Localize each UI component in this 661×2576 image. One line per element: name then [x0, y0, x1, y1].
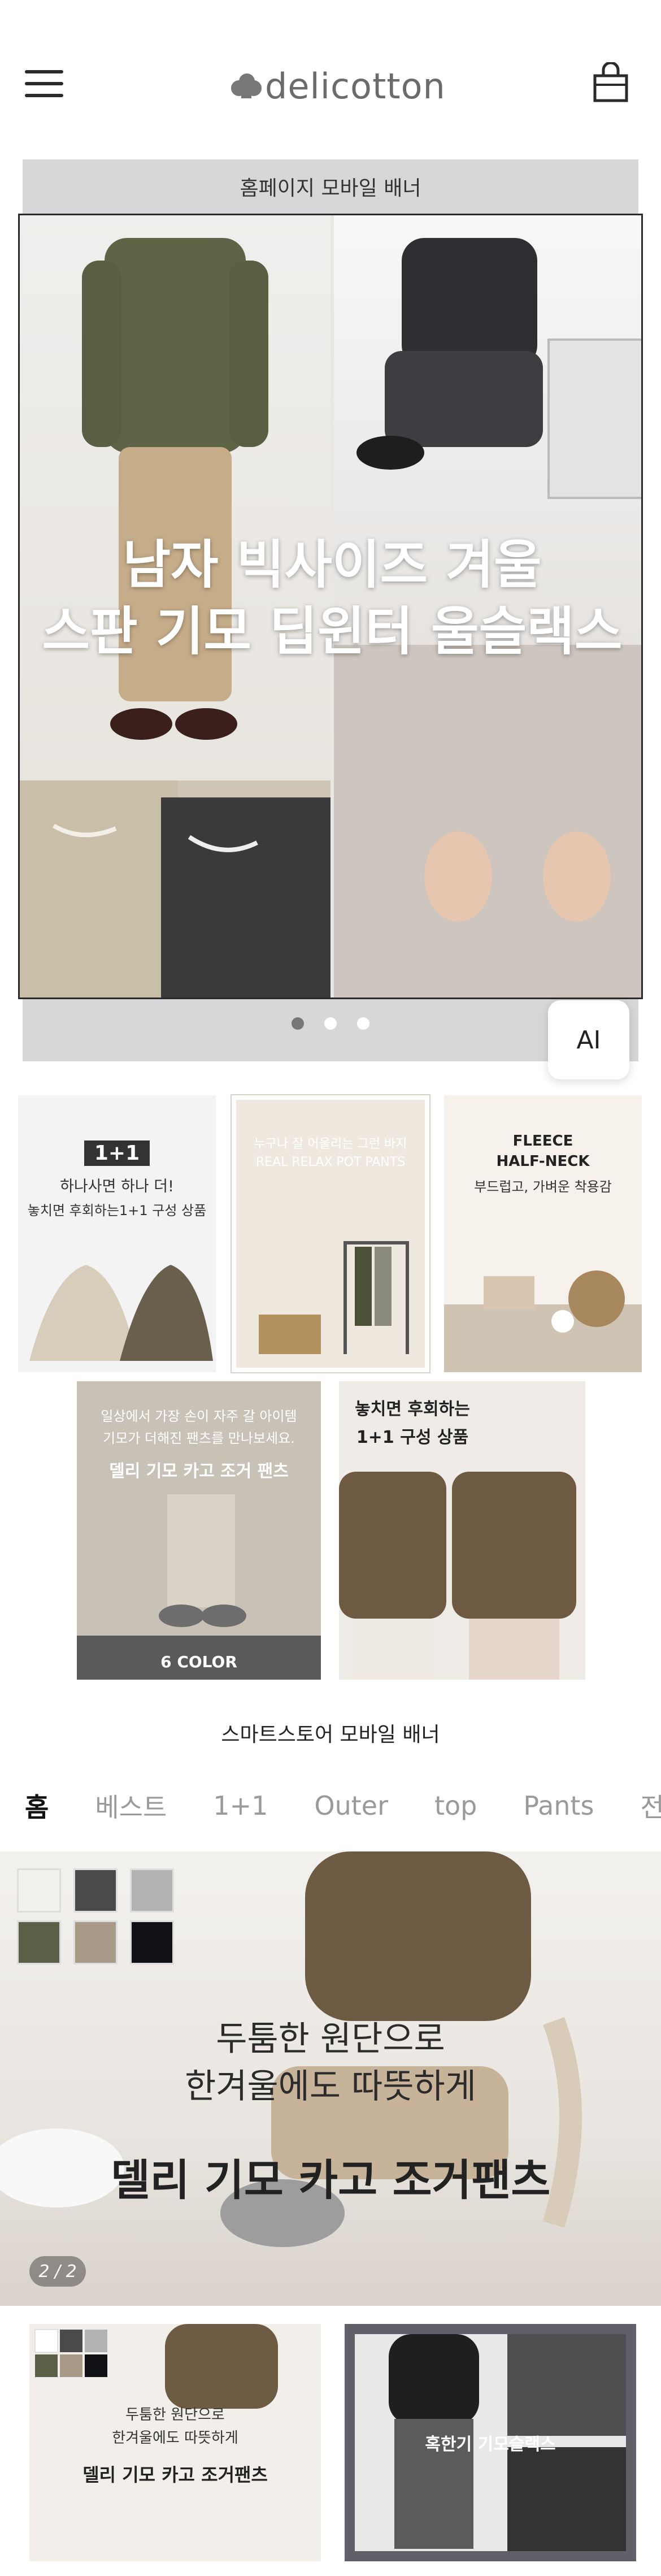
card-line: 일상에서 가장 손이 자주 갈 아이템	[101, 1408, 297, 1424]
product-card-cargo-jogger[interactable]: 일상에서 가장 손이 자주 갈 아이템 기모가 더해진 팬츠를 만나보세요. 델…	[77, 1381, 321, 1680]
card-line: 하나사면 하나 더!	[60, 1178, 174, 1195]
two-models-image	[339, 1472, 576, 1680]
thumbnail-text: 두툼한 원단으로 한겨울에도 따뜻하게 델리 기모 카고 조거팬츠	[29, 2403, 321, 2487]
tab-top[interactable]: top	[434, 1790, 477, 1821]
thumb-title: 혹한기 기모슬랙스	[425, 2435, 556, 2454]
carousel-dot[interactable]	[292, 1017, 304, 1030]
card-text: 놓치면 후회하는 1+1 구성 상품	[345, 1395, 480, 1448]
ai-assistant-button[interactable]: AI	[548, 1000, 629, 1079]
carousel-dots	[23, 1017, 638, 1030]
model-photo-sweater	[20, 215, 330, 780]
tab-pants[interactable]: Pants	[523, 1790, 594, 1821]
tab-outer[interactable]: Outer	[314, 1790, 388, 1821]
color-swatch[interactable]	[130, 1920, 174, 1964]
color-swatch[interactable]	[130, 1868, 174, 1913]
banner-slide[interactable]: 남자 빅사이즈 겨울 스판 기모 딥윈터 울슬랙스	[18, 214, 643, 999]
card-line: 놓치면 후회하는	[355, 1399, 470, 1419]
slide-pager: 2 / 2	[29, 2256, 86, 2287]
color-swatch[interactable]	[73, 1920, 118, 1964]
product-card-1plus1-set[interactable]: 놓치면 후회하는 1+1 구성 상품	[339, 1381, 585, 1680]
product-card-relax-pants[interactable]: 누구나 잘 어울리는 그런 바지 REAL RELAX POT PANTS	[231, 1094, 430, 1373]
promo-title: 델리 기모 카고 조거팬츠	[110, 2155, 551, 2205]
thumb-line: 두툼한 원단으로	[125, 2406, 225, 2423]
card-line: 기모가 더해진 팬츠를 만나보세요.	[103, 1430, 295, 1446]
promo-line: 한겨울에도 따뜻하게	[185, 2067, 476, 2106]
site-header: delicotton	[0, 0, 661, 147]
card-line: 누구나 잘 어울리는 그런 바지	[254, 1137, 407, 1151]
card-title: 델리 기모 카고 조거 팬츠	[109, 1462, 289, 1481]
card-line: 놓치면 후회하는1+1 구성 상품	[27, 1203, 207, 1218]
card-line: 1+1 구성 상품	[356, 1428, 469, 1447]
color-swatch[interactable]	[17, 1920, 61, 1964]
clothing-rack-image	[259, 1241, 409, 1354]
fabric-detail-photo	[20, 780, 330, 998]
tab-best[interactable]: 베스트	[95, 1787, 167, 1824]
homepage-mobile-banner: 홈페이지 모바일 배너 남자 빅사이즈 겨울 스판 기모 딥윈터 울슬랙스	[18, 159, 643, 1061]
card-text: 1+1 하나사면 하나 더! 놓치면 후회하는1+1 구성 상품	[18, 1140, 216, 1219]
cafe-table-image	[444, 1270, 642, 1372]
thumb-title: 델리 기모 카고 조거팬츠	[82, 2464, 268, 2486]
card-line: REAL RELAX POT PANTS	[255, 1155, 406, 1169]
promo-subtitle: 두툼한 원단으로 한겨울에도 따뜻하게	[0, 2015, 661, 2110]
tab-all[interactable]: 전체	[640, 1787, 661, 1824]
card-text: FLEECE HALF-NECK 부드럽고, 가벼운 착용감	[444, 1133, 642, 1195]
shopping-bag-icon[interactable]	[592, 62, 629, 103]
color-count-label: 6 COLOR	[160, 1653, 237, 1671]
product-card-1plus1[interactable]: 1+1 하나사면 하나 더! 놓치면 후회하는1+1 구성 상품	[18, 1095, 216, 1372]
banner-title: 홈페이지 모바일 배너	[240, 177, 421, 200]
thumbnail-jogger[interactable]: 두툼한 원단으로 한겨울에도 따뜻하게 델리 기모 카고 조거팬츠	[29, 2324, 321, 2561]
slide-caption-line2: 스판 기모 딥윈터 울슬랙스	[42, 601, 623, 662]
thumbnail-slacks[interactable]: 혹한기 기모슬랙스	[345, 2324, 636, 2561]
color-swatch[interactable]	[17, 1868, 61, 1913]
pants-model-image	[77, 1494, 321, 1680]
slide-caption: 남자 빅사이즈 겨울 스판 기모 딥윈터 울슬랙스	[20, 532, 641, 665]
card-text: 누구나 잘 어울리는 그런 바지 REAL RELAX POT PANTS	[236, 1134, 425, 1169]
promo-banner[interactable]: 두툼한 원단으로 한겨울에도 따뜻하게 델리 기모 카고 조거팬츠 2 / 2	[0, 1851, 661, 2306]
one-plus-one-badge: 1+1	[84, 1140, 150, 1166]
product-bags-image	[29, 1265, 213, 1361]
card-line: 부드럽고, 가벼운 착용감	[474, 1179, 612, 1195]
carousel-dot[interactable]	[357, 1017, 369, 1030]
thumbnail-inner: 혹한기 기모슬랙스	[355, 2334, 626, 2551]
category-tabs: 홈 베스트 1+1 Outer top Pants 전체	[0, 1780, 661, 1831]
color-swatch[interactable]	[73, 1868, 118, 1913]
cotton-logo-icon	[231, 73, 262, 98]
color-swatches	[17, 1868, 181, 1964]
product-card-fleece-halfneck[interactable]: FLEECE HALF-NECK 부드럽고, 가벼운 착용감	[444, 1095, 642, 1372]
tab-home[interactable]: 홈	[25, 1787, 49, 1824]
slide-caption-line1: 남자 빅사이즈 겨울	[123, 535, 542, 595]
tab-1plus1[interactable]: 1+1	[213, 1790, 268, 1821]
hamburger-menu-icon[interactable]	[25, 68, 64, 99]
brand-logo-text: delicotton	[265, 65, 446, 107]
card-line: FLEECE	[512, 1133, 573, 1150]
thumb-line: 한겨울에도 따뜻하게	[112, 2430, 238, 2447]
card-line: HALF-NECK	[496, 1153, 590, 1170]
card-text: 일상에서 가장 손이 자주 갈 아이템 기모가 더해진 팬츠를 만나보세요. 델…	[77, 1405, 321, 1482]
promo-line: 두툼한 원단으로	[216, 2019, 445, 2059]
carousel-dot[interactable]	[324, 1017, 337, 1030]
smartstore-banner-title: 스마트스토어 모바일 배너	[221, 1723, 440, 1746]
brand-logo[interactable]: delicotton	[229, 63, 446, 109]
